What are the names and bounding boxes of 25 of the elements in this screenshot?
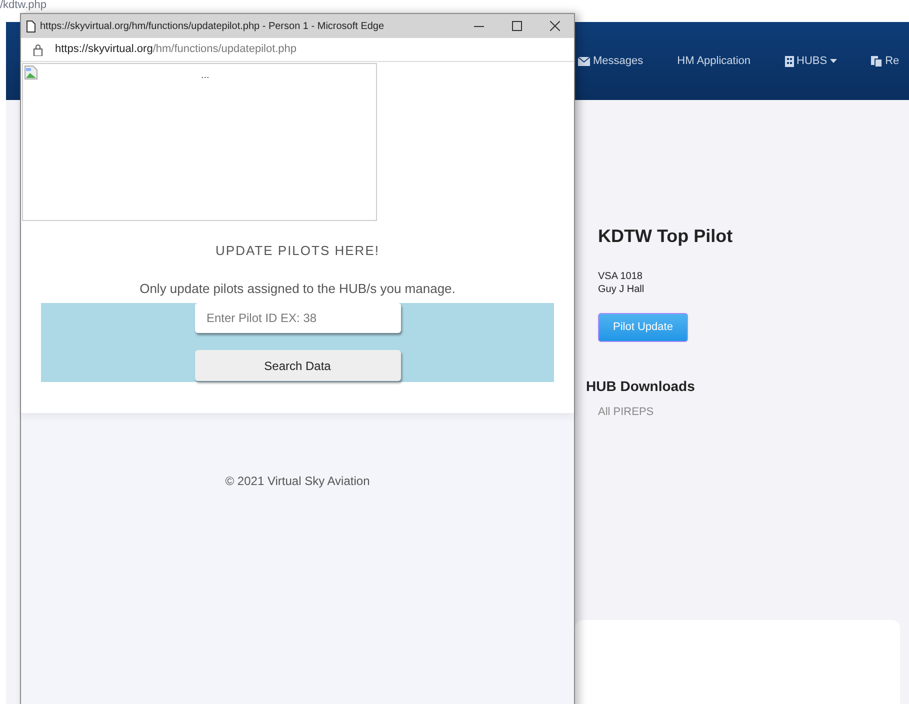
window-title: https://skyvirtual.org/hm/functions/updatepilot.php - Person 1 - Microsoft Edge xyxy=(40,20,386,34)
instruction-text: Only update pilots assigned to the HUB/s you manage. xyxy=(140,280,456,298)
maximize-icon xyxy=(512,21,522,31)
lock-icon xyxy=(33,44,43,56)
broken-image-icon xyxy=(24,65,38,80)
section-heading: HUB Downloads xyxy=(586,377,696,396)
pilot-id-text: VSA 1018 xyxy=(598,270,644,283)
url-text: /kdtw.php xyxy=(0,0,46,11)
nav-link[interactable]: Messages xyxy=(578,52,644,70)
page-icon xyxy=(26,20,36,32)
close-icon xyxy=(550,21,560,31)
address-text: https://skyvirtual.org/hm/functions/updatepilot.php xyxy=(55,42,297,58)
nav-link[interactable]: HM Application xyxy=(677,52,751,70)
card-title: KDTW Top Pilot xyxy=(597,225,734,248)
form-heading: UPDATE PILOTS HERE! xyxy=(216,242,380,260)
image-alt-text: ... xyxy=(201,69,210,83)
pilot-id-field[interactable]: Enter Pilot ID EX: 38 xyxy=(194,303,400,333)
nav-link[interactable]: Re xyxy=(871,52,900,70)
building-icon xyxy=(784,56,794,66)
nav-link[interactable]: HUBS xyxy=(784,52,838,70)
footer-text: © 2021 Virtual Sky Aviation xyxy=(224,473,371,490)
pilot-name-text: Guy J Hall xyxy=(598,283,646,296)
envelope-icon xyxy=(578,56,590,66)
copy-icon xyxy=(871,56,882,66)
search-data-button[interactable]: Search Data xyxy=(194,350,400,381)
